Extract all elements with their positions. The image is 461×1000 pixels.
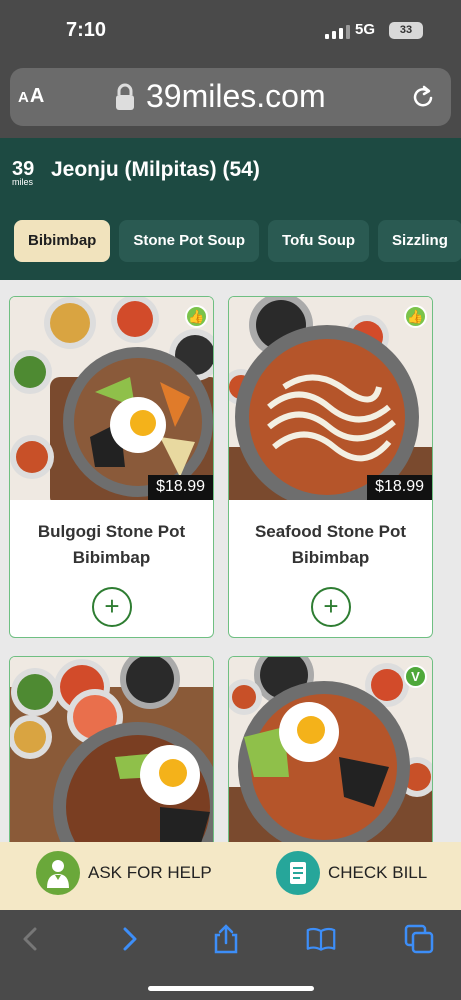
dish-name: Seafood Stone Pot Bibimbap <box>254 522 407 567</box>
waiter-icon <box>36 851 80 895</box>
status-time: 7:10 <box>66 19 107 41</box>
forward-icon[interactable] <box>114 924 144 954</box>
vegetarian-badge: V <box>404 665 427 688</box>
menu-card[interactable]: 👍 $18.99 Seafood Stone Pot Bibimbap + <box>228 296 433 638</box>
tab-sizzling[interactable]: Sizzling <box>378 220 461 262</box>
add-button[interactable]: + <box>311 587 351 627</box>
logo: 39 miles <box>12 158 35 187</box>
bookmarks-icon[interactable] <box>306 924 336 954</box>
dish-photo <box>10 657 213 860</box>
help-bar: ASK FOR HELP CHECK BILL <box>0 842 461 910</box>
add-button[interactable]: + <box>92 587 132 627</box>
lock-icon <box>116 83 134 110</box>
thumbs-up-icon: 👍 <box>404 305 427 328</box>
category-tabs: Bibimbap Stone Pot Soup Tofu Soup Sizzli… <box>14 220 461 262</box>
dish-photo <box>10 297 213 500</box>
dish-name: Bulgogi Stone Pot Bibimbap <box>37 522 186 567</box>
url-text[interactable]: 39miles.com <box>146 78 326 115</box>
signal-icon <box>325 25 350 39</box>
tab-tofu-soup[interactable]: Tofu Soup <box>268 220 370 262</box>
back-icon[interactable] <box>16 924 46 954</box>
menu-card[interactable]: 👍 $18.99 Bulgogi Stone Pot Bibimbap + <box>9 296 214 638</box>
restaurant-title: Jeonju (Milpitas) (54) <box>51 158 260 181</box>
share-icon[interactable] <box>211 924 241 954</box>
tab-stone-pot-soup[interactable]: Stone Pot Soup <box>119 220 260 262</box>
dish-photo <box>229 297 432 500</box>
price-tag: $18.99 <box>148 475 213 500</box>
bill-icon <box>276 851 320 895</box>
tab-bibimbap[interactable]: Bibimbap <box>14 220 111 262</box>
check-bill-button[interactable]: CHECK BILL <box>276 850 427 896</box>
restaurant-header: 39 miles Jeonju (Milpitas) (54) Bibimbap… <box>0 138 461 280</box>
check-bill-label: CHECK BILL <box>328 863 428 882</box>
browser-chrome: 7:10 5G 33 AA 39miles.com <box>0 0 461 138</box>
price-tag: $18.99 <box>367 475 432 500</box>
address-bar[interactable]: AA 39miles.com <box>10 68 451 126</box>
home-indicator <box>148 986 314 991</box>
ask-for-help-label: ASK FOR HELP <box>88 863 212 882</box>
network-type: 5G <box>355 21 376 38</box>
reload-icon[interactable] <box>412 84 436 110</box>
battery-icon: 33 <box>389 22 423 39</box>
dish-photo <box>229 657 432 860</box>
thumbs-up-icon: 👍 <box>185 305 208 328</box>
tabs-icon[interactable] <box>404 924 434 954</box>
text-size-button[interactable]: AA <box>18 85 45 108</box>
ask-for-help-button[interactable]: ASK FOR HELP <box>36 850 212 896</box>
status-bar: 7:10 5G 33 <box>0 0 461 60</box>
